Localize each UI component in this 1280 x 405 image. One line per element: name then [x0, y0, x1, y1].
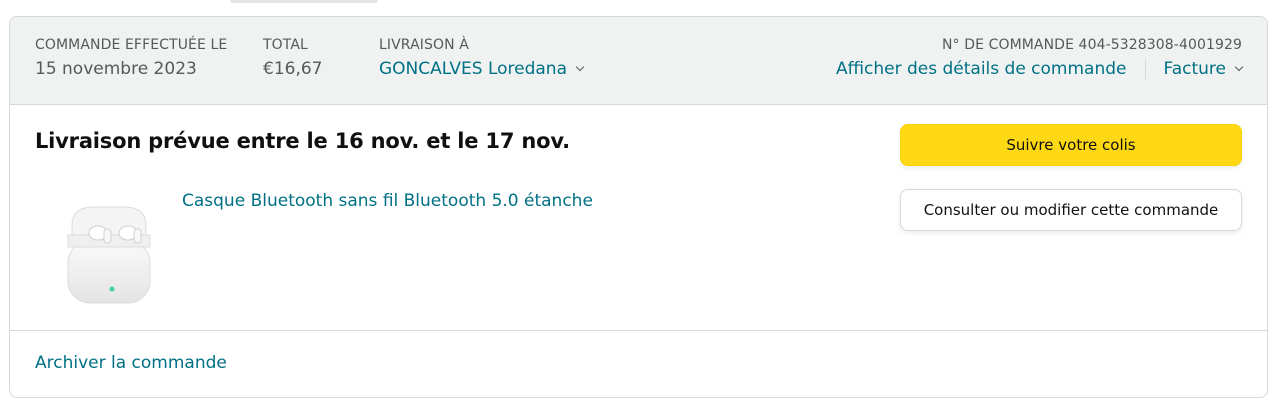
ship-to-column: LIVRAISON À GONCALVES Loredana	[379, 37, 585, 79]
archive-order-link[interactable]: Archiver la commande	[35, 353, 227, 373]
delivery-status-title: Livraison prévue entre le 16 nov. et le …	[35, 129, 570, 153]
order-details-link[interactable]: Afficher des détails de commande	[836, 59, 1127, 79]
order-date-label: COMMANDE EFFECTUÉE LE	[35, 37, 228, 53]
product-image[interactable]	[50, 195, 158, 307]
track-package-button[interactable]: Suivre votre colis	[900, 124, 1242, 166]
order-date-value: 15 novembre 2023	[35, 59, 197, 79]
order-date-column: COMMANDE EFFECTUÉE LE 15 novembre 2023	[35, 37, 227, 79]
ship-to-label: LIVRAISON À	[379, 37, 469, 53]
view-modify-order-label: Consulter ou modifier cette commande	[923, 201, 1219, 219]
invoice-link[interactable]: Facture	[1164, 59, 1227, 79]
earbuds-case-icon	[67, 206, 151, 304]
order-total-column: TOTAL €16,67	[263, 37, 322, 79]
track-package-label: Suivre votre colis	[1006, 136, 1136, 154]
invoice-dropdown[interactable]: Facture	[1164, 59, 1244, 79]
link-divider	[1144, 59, 1146, 79]
ship-to-dropdown[interactable]: GONCALVES Loredana	[379, 59, 585, 79]
order-total-label: TOTAL	[263, 37, 308, 53]
order-links: Afficher des détails de commande Facture	[836, 59, 1244, 79]
view-modify-order-button[interactable]: Consulter ou modifier cette commande	[900, 189, 1242, 231]
order-number: N° DE COMMANDE 404-5328308-4001929	[941, 37, 1242, 53]
chevron-down-icon	[575, 62, 585, 72]
order-card: COMMANDE EFFECTUÉE LE 15 novembre 2023 T…	[9, 16, 1268, 398]
order-body: Livraison prévue entre le 16 nov. et le …	[10, 105, 1267, 331]
top-tab-indicator	[230, 0, 378, 3]
order-number-column: N° DE COMMANDE 404-5328308-4001929 Affic…	[836, 37, 1244, 79]
product-title-link[interactable]: Casque Bluetooth sans fil Bluetooth 5.0 …	[182, 191, 593, 211]
order-header: COMMANDE EFFECTUÉE LE 15 novembre 2023 T…	[10, 17, 1267, 105]
ship-to-name[interactable]: GONCALVES Loredana	[379, 59, 567, 79]
order-total-value: €16,67	[263, 59, 323, 79]
chevron-down-icon	[1234, 62, 1244, 72]
